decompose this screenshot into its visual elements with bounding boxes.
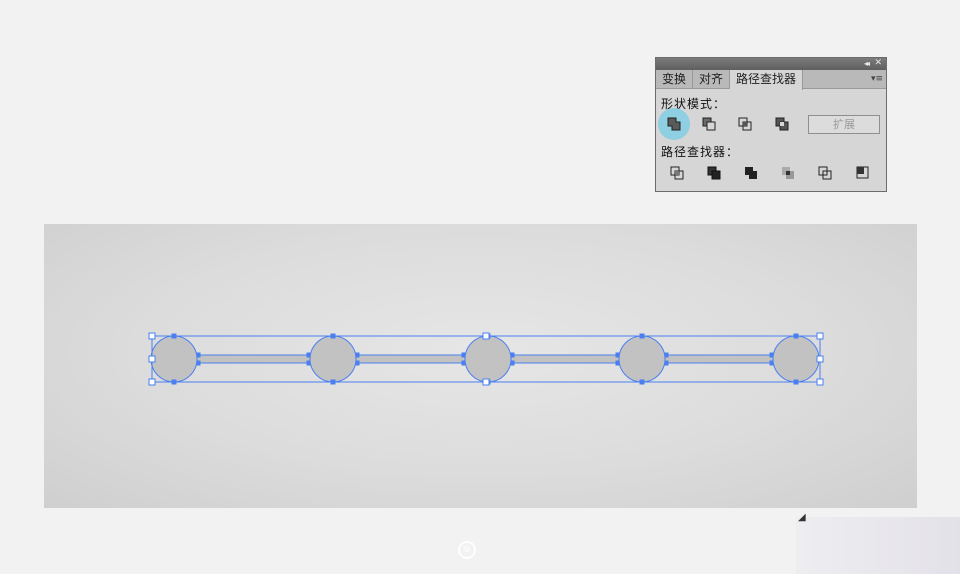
- connector-bar: [196, 354, 311, 364]
- exclude-icon: [775, 117, 789, 131]
- tab-pathfinder[interactable]: 路径查找器: [730, 70, 804, 90]
- panel-menu-icon[interactable]: ▾≡: [871, 73, 883, 85]
- connector-bar: [664, 354, 774, 364]
- unite-icon: [667, 117, 681, 131]
- tab-align[interactable]: 对齐: [693, 70, 731, 89]
- trim-icon: [707, 166, 721, 180]
- divide-icon: [670, 166, 684, 180]
- minus-front-button[interactable]: [698, 113, 720, 135]
- panel-titlebar[interactable]: ◂◂ ✕: [656, 58, 886, 70]
- trim-button[interactable]: [703, 162, 725, 184]
- merge-icon: [745, 167, 757, 179]
- circle-shape: [772, 335, 820, 383]
- crop-icon: [782, 167, 794, 179]
- bounding-box-handle[interactable]: [816, 378, 824, 386]
- connector-bar: [510, 354, 620, 364]
- bounding-box-handle[interactable]: [816, 355, 824, 363]
- tab-transform[interactable]: 变换: [656, 70, 694, 89]
- unite-button[interactable]: [658, 108, 690, 140]
- bounding-box-handle[interactable]: [482, 332, 490, 340]
- corner-overlay: [796, 517, 960, 574]
- minus-front-icon: [702, 117, 716, 131]
- circle-shape: [618, 335, 666, 383]
- bounding-box-handle[interactable]: [482, 378, 490, 386]
- collapse-icon[interactable]: ◂◂: [864, 59, 870, 69]
- artboard[interactable]: [44, 224, 917, 508]
- watermark-icon: ⊕: [458, 541, 476, 559]
- bounding-box-handle[interactable]: [148, 378, 156, 386]
- minus-back-icon: [856, 166, 869, 179]
- circle-shape: [309, 335, 357, 383]
- bounding-box-handle[interactable]: [148, 332, 156, 340]
- bounding-box-handle[interactable]: [816, 332, 824, 340]
- outline-icon: [818, 166, 832, 180]
- panel-tabs: 变换 对齐 路径查找器 ▾≡: [656, 70, 886, 90]
- bounding-box-handle[interactable]: [148, 355, 156, 363]
- circle-shape: [150, 335, 198, 383]
- crop-button[interactable]: [777, 162, 799, 184]
- intersect-button[interactable]: [734, 113, 756, 135]
- close-icon[interactable]: ✕: [874, 58, 882, 69]
- connector-bar: [355, 354, 466, 364]
- canvas-artwork[interactable]: [44, 224, 917, 508]
- divide-button[interactable]: [666, 162, 688, 184]
- intersect-icon: [738, 117, 752, 131]
- outline-button[interactable]: [814, 162, 836, 184]
- merge-button[interactable]: [740, 162, 762, 184]
- pathfinder-panel: ◂◂ ✕ 变换 对齐 路径查找器 ▾≡ 形状模式： 扩展 路径查找器：: [655, 57, 887, 192]
- pathfinders-label: 路径查找器：: [661, 145, 740, 159]
- minus-back-button[interactable]: [852, 162, 874, 184]
- exclude-button[interactable]: [771, 113, 793, 135]
- circle-shape: [464, 335, 512, 383]
- resize-cursor-icon: ◢: [798, 512, 806, 523]
- expand-button[interactable]: 扩展: [808, 115, 880, 134]
